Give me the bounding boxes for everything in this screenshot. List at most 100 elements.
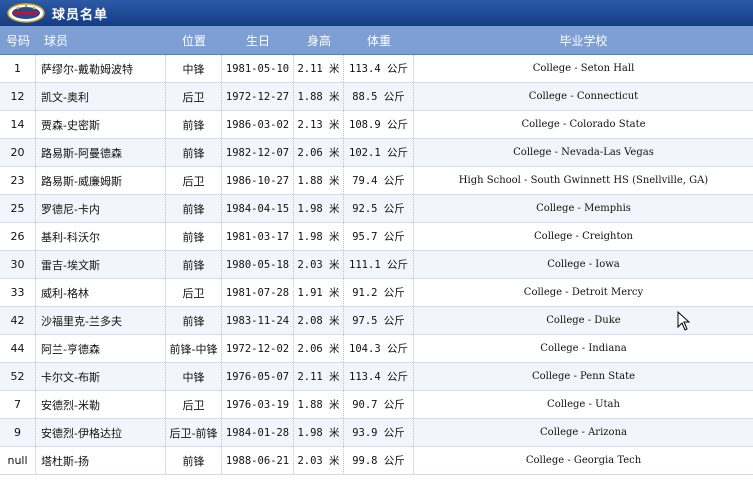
cell-position: 前锋-中锋 — [166, 335, 222, 362]
cell-school: College - Seton Hall — [532, 63, 635, 74]
cell-school: College - Detroit Mercy — [523, 287, 644, 298]
cell-height: 1.91 米 — [294, 279, 344, 306]
table-row: null 塔杜斯-扬 前锋 1988-06-21 2.03 米 99.8 公斤 … — [0, 447, 753, 475]
cell-school: College - Connecticut — [528, 91, 639, 102]
cell-birthday: 1983-11-24 — [222, 307, 294, 334]
cell-position: 中锋 — [166, 55, 222, 82]
cell-height: 2.06 米 — [294, 139, 344, 166]
column-header-birthday: 生日 — [245, 33, 270, 48]
table-row: 20 路易斯-阿曼德森 前锋 1982-12-07 2.06 米 102.1 公… — [0, 139, 753, 167]
column-header-position: 位置 — [181, 33, 206, 48]
table-row: 44 阿兰-亨德森 前锋-中锋 1972-12-02 2.06 米 104.3 … — [0, 335, 753, 363]
cell-height: 2.11 米 — [294, 55, 344, 82]
table-row: 30 雷吉-埃文斯 前锋 1980-05-18 2.03 米 111.1 公斤 … — [0, 251, 753, 279]
table-row: 52 卡尔文-布斯 中锋 1976-05-07 2.11 米 113.4 公斤 … — [0, 363, 753, 391]
cell-height: 2.03 米 — [294, 447, 344, 474]
table-row: 7 安德烈-米勒 后卫 1976-03-19 1.88 米 90.7 公斤 Co… — [0, 391, 753, 419]
cell-number: 42 — [0, 307, 36, 334]
cell-birthday: 1986-10-27 — [222, 167, 294, 194]
cell-height: 2.06 米 — [294, 335, 344, 362]
cell-weight: 113.4 公斤 — [344, 363, 414, 390]
table-row: 33 威利-格林 后卫 1981-07-28 1.91 米 91.2 公斤 Co… — [0, 279, 753, 307]
cell-number: 33 — [0, 279, 36, 306]
cell-weight: 104.3 公斤 — [344, 335, 414, 362]
cell-player: 安德烈-伊格达拉 — [36, 419, 166, 446]
cell-school: College - Colorado State — [521, 119, 646, 130]
cell-birthday: 1981-03-17 — [222, 223, 294, 250]
cell-number: 52 — [0, 363, 36, 390]
cell-school: College - Georgia Tech — [525, 455, 642, 466]
cell-number: 14 — [0, 111, 36, 138]
cell-school: College - Utah — [547, 399, 620, 410]
cell-school: College - Arizona — [540, 427, 627, 438]
cell-number: 7 — [0, 391, 36, 418]
cell-player: 阿兰-亨德森 — [36, 335, 166, 362]
player-table: 1 萨缪尔-戴勒姆波特 中锋 1981-05-10 2.11 米 113.4 公… — [0, 55, 753, 475]
cell-number: 44 — [0, 335, 36, 362]
cell-position: 后卫 — [166, 279, 222, 306]
cell-weight: 92.5 公斤 — [344, 195, 414, 222]
table-row: 42 沙福里克-兰多夫 前锋 1983-11-24 2.08 米 97.5 公斤… — [0, 307, 753, 335]
cell-number: 1 — [0, 55, 36, 82]
cell-position: 前锋 — [166, 447, 222, 474]
cell-school: High School - South Gwinnett HS (Snellvi… — [458, 175, 709, 186]
cell-weight: 95.7 公斤 — [344, 223, 414, 250]
cell-height: 1.98 米 — [294, 223, 344, 250]
cell-number: 20 — [0, 139, 36, 166]
table-row: 25 罗德尼-卡内 前锋 1984-04-15 1.98 米 92.5 公斤 C… — [0, 195, 753, 223]
cell-position: 后卫 — [166, 83, 222, 110]
cell-height: 2.08 米 — [294, 307, 344, 334]
cell-player: 萨缪尔-戴勒姆波特 — [36, 55, 166, 82]
cell-school: College - Duke — [546, 315, 621, 326]
table-row: 9 安德烈-伊格达拉 后卫-前锋 1984-01-28 1.98 米 93.9 … — [0, 419, 753, 447]
table-row: 23 路易斯-威廉姆斯 后卫 1986-10-27 1.88 米 79.4 公斤… — [0, 167, 753, 195]
cell-birthday: 1976-05-07 — [222, 363, 294, 390]
cell-height: 2.13 米 — [294, 111, 344, 138]
cell-height: 1.88 米 — [294, 83, 344, 110]
cell-position: 前锋 — [166, 139, 222, 166]
cell-birthday: 1981-07-28 — [222, 279, 294, 306]
cell-weight: 99.8 公斤 — [344, 447, 414, 474]
cell-birthday: 1980-05-18 — [222, 251, 294, 278]
cell-player: 贾森-史密斯 — [36, 111, 166, 138]
column-header-number: 号码 — [5, 33, 30, 48]
cell-school: College - Indiana — [540, 343, 627, 354]
cell-weight: 113.4 公斤 — [344, 55, 414, 82]
title-bar: 球员名单 — [0, 0, 753, 26]
cell-player: 凯文-奥利 — [36, 83, 166, 110]
cell-weight: 88.5 公斤 — [344, 83, 414, 110]
cell-player: 安德烈-米勒 — [36, 391, 166, 418]
cell-birthday: 1976-03-19 — [222, 391, 294, 418]
cell-birthday: 1988-06-21 — [222, 447, 294, 474]
cell-number: 26 — [0, 223, 36, 250]
table-row: 12 凯文-奥利 后卫 1972-12-27 1.88 米 88.5 公斤 Co… — [0, 83, 753, 111]
cell-player: 卡尔文-布斯 — [36, 363, 166, 390]
cell-height: 2.03 米 — [294, 251, 344, 278]
cell-player: 沙福里克-兰多夫 — [36, 307, 166, 334]
cell-birthday: 1984-04-15 — [222, 195, 294, 222]
cell-position: 中锋 — [166, 363, 222, 390]
table-row: 1 萨缪尔-戴勒姆波特 中锋 1981-05-10 2.11 米 113.4 公… — [0, 55, 753, 83]
cell-position: 后卫 — [166, 167, 222, 194]
cell-birthday: 1972-12-02 — [222, 335, 294, 362]
cell-player: 罗德尼-卡内 — [36, 195, 166, 222]
cell-player: 威利-格林 — [36, 279, 166, 306]
cell-birthday: 1984-01-28 — [222, 419, 294, 446]
cell-birthday: 1981-05-10 — [222, 55, 294, 82]
column-header-weight: 体重 — [366, 33, 391, 48]
cell-weight: 111.1 公斤 — [344, 251, 414, 278]
cell-height: 1.88 米 — [294, 167, 344, 194]
column-header-school: 毕业学校 — [559, 33, 608, 48]
cell-player: 路易斯-阿曼德森 — [36, 139, 166, 166]
cell-birthday: 1982-12-07 — [222, 139, 294, 166]
cell-weight: 79.4 公斤 — [344, 167, 414, 194]
table-row: 26 基利-科沃尔 前锋 1981-03-17 1.98 米 95.7 公斤 C… — [0, 223, 753, 251]
cell-number: 30 — [0, 251, 36, 278]
cell-position: 前锋 — [166, 251, 222, 278]
mouse-cursor-icon — [677, 310, 691, 331]
cell-number: null — [0, 447, 36, 474]
cell-school: College - Nevada-Las Vegas — [513, 147, 654, 158]
cell-height: 2.11 米 — [294, 363, 344, 390]
cell-position: 前锋 — [166, 195, 222, 222]
page-title: 球员名单 — [52, 7, 109, 23]
